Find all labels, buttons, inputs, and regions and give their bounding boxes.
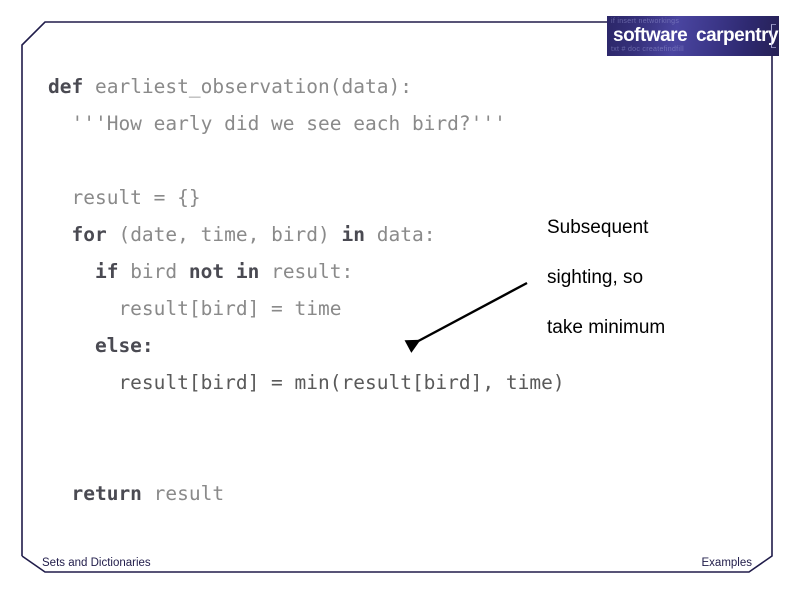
footer-section-title: Sets and Dictionaries [42,557,151,569]
logo-bracket-mark [771,24,776,48]
code-token-plain: earliest_observation(data): [94,75,412,98]
code-token-keyword: if [48,260,131,283]
logo-word-software: software [613,25,688,46]
logo-ghost-text-top: if insert networkings [611,18,680,25]
code-token-plain: (date, time, bird) [118,223,342,246]
annotation-arrow [404,281,528,353]
annotation-text: Subsequent sighting, so take minimum [547,203,762,353]
code-token-dark: result[bird] = min(result[bird], time) [48,371,565,394]
code-line: def earliest_observation(data): [48,68,708,105]
slide-canvas: if insert networkings txt # doc createfi… [0,0,794,595]
code-token-plain: data: [376,223,436,246]
code-line: '''How early did we see each bird?''' [48,105,708,142]
code-token-keyword: def [48,75,95,98]
code-token-plain: result: [271,260,354,283]
footer-subsection-title: Examples [701,557,753,569]
code-token-keyword: not in [188,260,272,283]
code-line: return result [48,475,708,512]
annotation-line: sighting, so [547,267,644,288]
code-token-keyword: in [341,223,377,246]
annotation-line: Subsequent [547,217,649,238]
code-token-plain: '''How early did we see each bird?''' [48,112,506,135]
software-carpentry-logo: if insert networkings txt # doc createfi… [607,16,781,56]
code-token-plain: bird [130,260,189,283]
annotation-line: take minimum [547,317,666,338]
code-token-keyword: for [48,223,119,246]
annotation-arrow-line [404,281,528,353]
code-token-keyword: return [48,482,154,505]
code-token-plain: result [153,482,225,505]
code-token-plain: result[bird] = time [48,297,342,320]
code-line: result[bird] = min(result[bird], time) [48,364,708,401]
code-token-keyword: else: [48,334,154,357]
logo-word-carpentry: carpentry [696,25,779,46]
logo-ghost-text-bottom: txt # doc createfindfill [611,46,684,53]
code-token-plain: result = {} [48,186,201,209]
